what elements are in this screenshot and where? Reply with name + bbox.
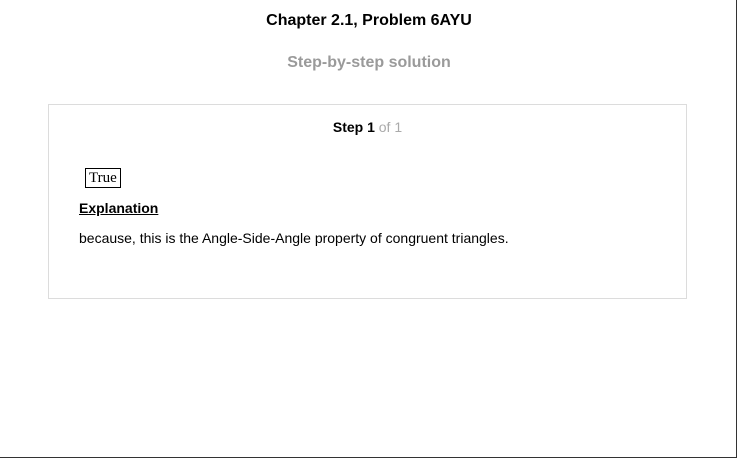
step-card: Step 1 of 1 True Explanation because, th… <box>48 104 687 299</box>
step-label: Step 1 <box>332 119 375 135</box>
step-count: of 1 <box>378 119 403 135</box>
answer-box: True <box>85 168 121 188</box>
page-title: Chapter 2.1, Problem 6AYU <box>266 12 472 29</box>
solution-subtitle: Step-by-step solution <box>287 54 451 71</box>
step-header: Step 1 of 1 <box>49 119 686 135</box>
explanation-heading: Explanation <box>79 200 159 216</box>
explanation-text: because, this is the Angle-Side-Angle pr… <box>79 230 509 246</box>
